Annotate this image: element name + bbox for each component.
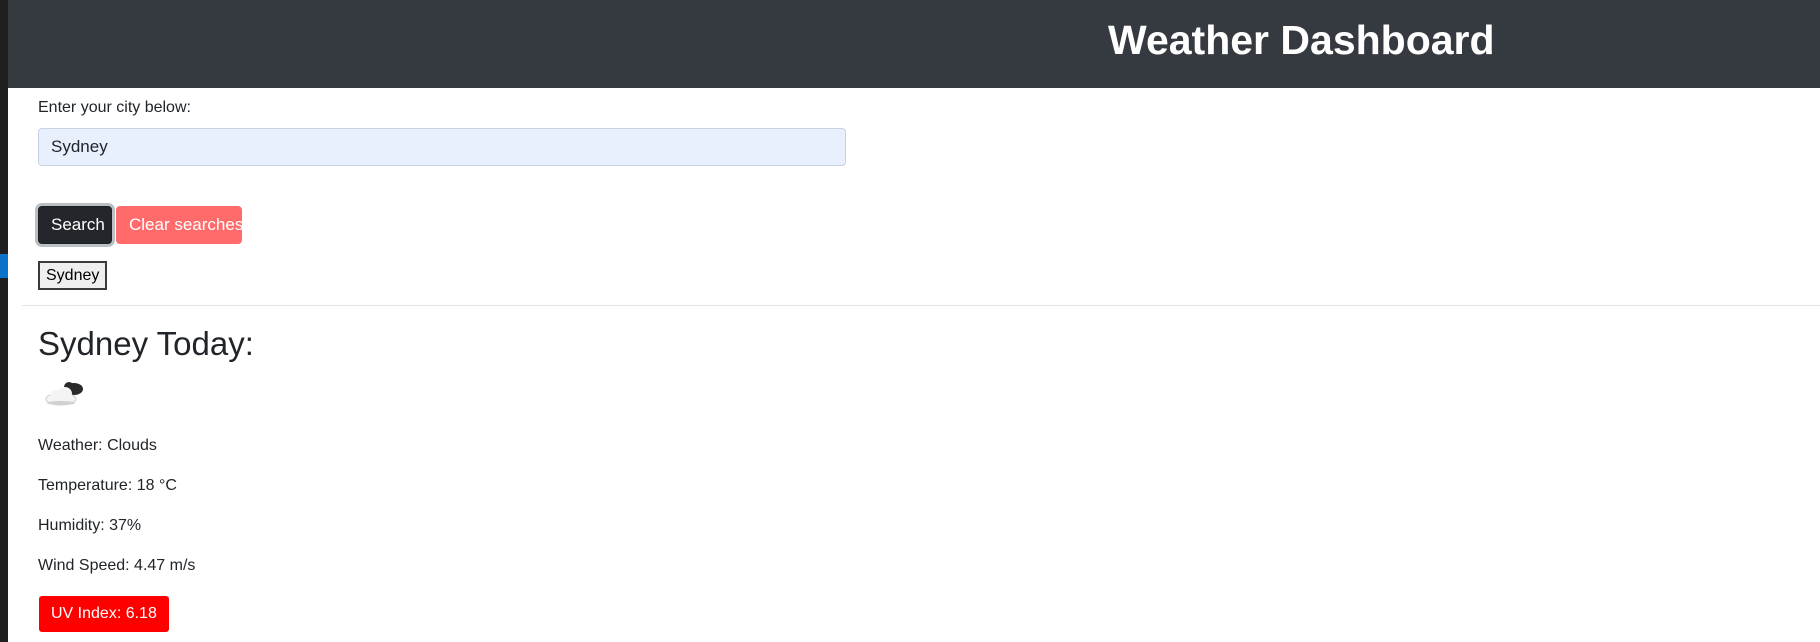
search-button[interactable]: Search [38,206,112,244]
weather-condition: Weather: Clouds [38,437,157,454]
clear-searches-button[interactable]: Clear searches [116,206,243,244]
current-weather-title: Sydney Today: [38,325,254,362]
left-window-strip [0,0,8,642]
page-title: Weather Dashboard [1108,17,1495,63]
left-strip-accent [0,254,8,278]
temperature: Temperature: 18 °C [38,477,177,494]
humidity: Humidity: 37% [38,517,142,534]
section-divider [22,305,1820,306]
cloud-icon [45,382,83,406]
city-input-label: Enter your city below: [38,99,191,116]
search-history-item[interactable]: Sydney [38,261,108,290]
uv-index-badge: UV Index: 6.18 [39,596,169,632]
city-search-input[interactable] [38,128,846,166]
header-bar: Weather Dashboard [8,0,1820,88]
wind-speed: Wind Speed: 4.47 m/s [38,557,196,574]
